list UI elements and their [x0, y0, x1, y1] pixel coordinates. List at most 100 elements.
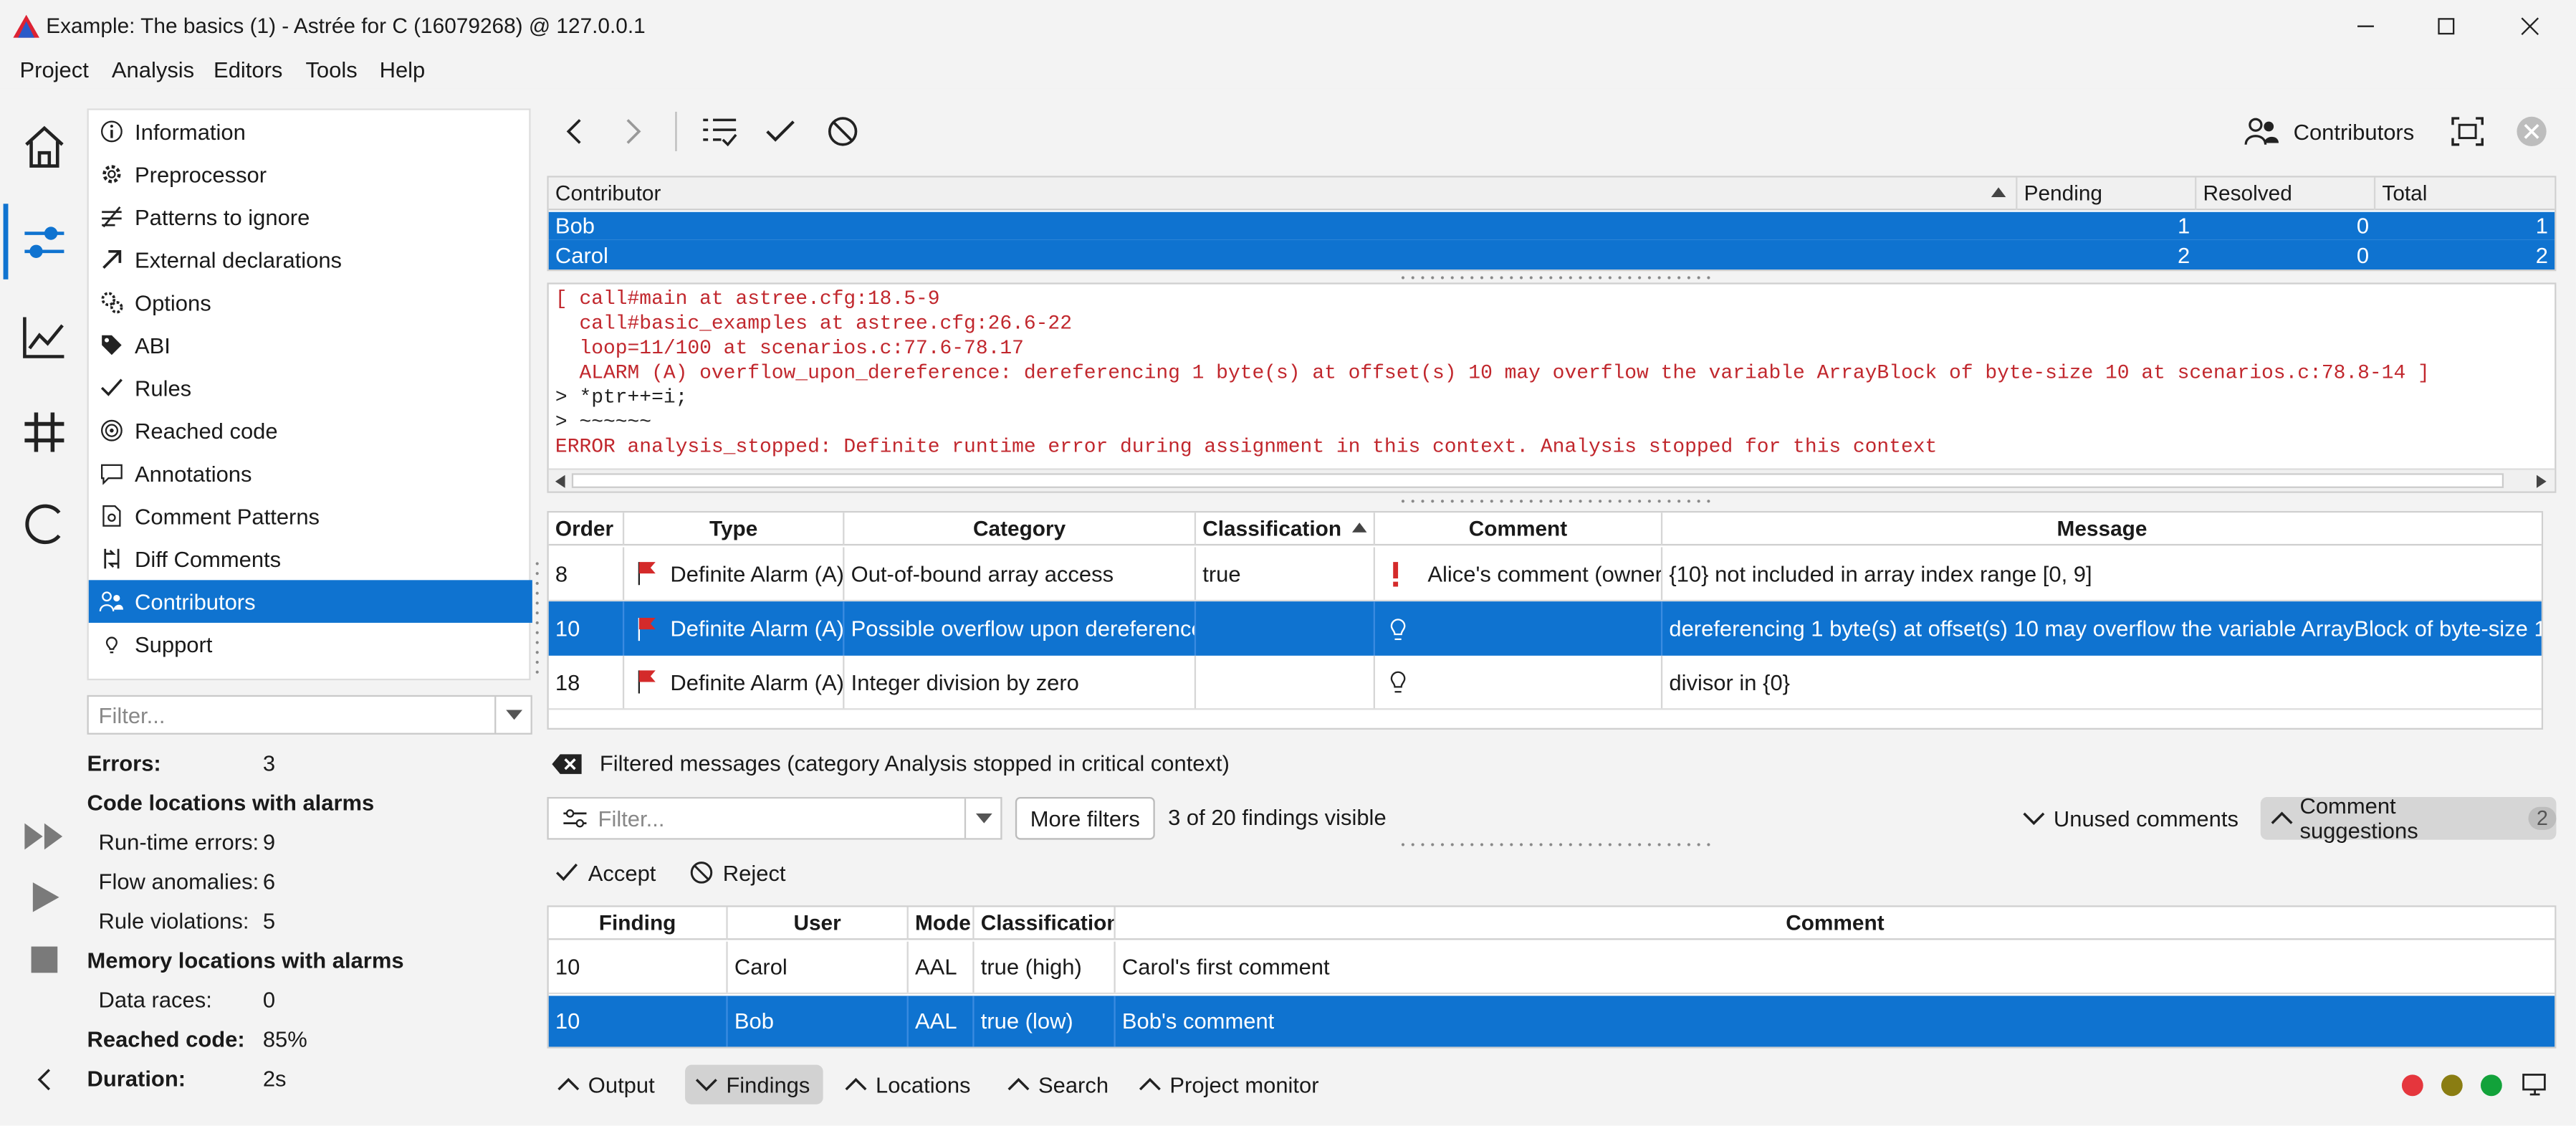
tab-output[interactable]: Output — [547, 1065, 664, 1104]
nav-item-external-declarations[interactable]: External declarations — [89, 238, 532, 281]
run-button[interactable] — [13, 866, 75, 928]
comment-suggestions-toggle[interactable]: Comment suggestions 2 — [2260, 793, 2557, 843]
contributors-button[interactable]: Contributors — [2244, 112, 2414, 151]
lightbulb-icon — [1390, 618, 1406, 639]
nav-filter-dropdown[interactable] — [494, 697, 530, 733]
nav-item-options[interactable]: Options — [89, 281, 532, 324]
code-locations-header: Code locations with alarms — [87, 790, 375, 816]
tab-project-monitor[interactable]: Project monitor — [1129, 1065, 1328, 1104]
minimize-button[interactable] — [2328, 0, 2403, 52]
c-source-rail-button[interactable] — [13, 493, 75, 555]
column-classification[interactable]: Classification — [975, 907, 1116, 940]
monitor-icon[interactable] — [2522, 1072, 2548, 1098]
column-message[interactable]: Message — [1662, 512, 2542, 545]
back-button[interactable] — [550, 108, 596, 154]
nav-item-diff-comments[interactable]: Diff Comments — [89, 538, 532, 581]
chevron-right-icon — [626, 119, 641, 144]
menu-tools[interactable]: Tools — [305, 57, 357, 82]
menu-help[interactable]: Help — [380, 57, 426, 82]
column-finding[interactable]: Finding — [549, 907, 728, 940]
scrollbar-thumb[interactable] — [571, 473, 2504, 488]
column-order[interactable]: Order — [549, 512, 625, 546]
finding-classification — [1196, 655, 1375, 709]
tab-findings[interactable]: Findings — [685, 1064, 823, 1104]
menu-editors[interactable]: Editors — [214, 57, 282, 82]
checklist-icon — [703, 118, 737, 147]
configuration-rail-button[interactable] — [13, 210, 75, 272]
approve-button[interactable] — [757, 108, 803, 154]
finding-message: dereferencing 1 byte(s) at offset(s) 10 … — [1669, 616, 2542, 641]
tab-search[interactable]: Search — [997, 1065, 1119, 1104]
column-mode[interactable]: Mode — [909, 907, 975, 940]
title-bar: Example: The basics (1) - Astrée for C (… — [0, 0, 2576, 53]
splitter-handle[interactable] — [1398, 841, 1710, 849]
chart-icon — [23, 317, 64, 358]
splitter-handle[interactable] — [1398, 497, 1710, 505]
home-rail-button[interactable] — [13, 115, 75, 177]
column-total[interactable]: Total — [2375, 178, 2555, 211]
forward-button[interactable] — [611, 108, 657, 154]
nav-item-annotations[interactable]: Annotations — [89, 452, 532, 495]
table-row[interactable]: Carol 2 0 2 — [548, 239, 2555, 270]
checklist-button[interactable] — [696, 108, 742, 154]
nav-item-information[interactable]: Information — [89, 110, 532, 153]
nav-item-comment-patterns[interactable]: Comment Patterns — [89, 495, 532, 538]
nav-item-support[interactable]: Support — [89, 623, 532, 666]
suggestion-comment: Carol's first comment — [1121, 955, 1330, 980]
close-window-button[interactable] — [2492, 0, 2567, 52]
unused-comments-toggle[interactable]: Unused comments — [2022, 801, 2239, 836]
column-category[interactable]: Category — [844, 512, 1197, 546]
more-filters-button[interactable]: More filters — [1015, 796, 1155, 840]
column-type[interactable]: Type — [624, 512, 845, 546]
column-pending[interactable]: Pending — [2017, 177, 2197, 211]
column-comment[interactable]: Comment — [1116, 907, 2555, 940]
tab-locations[interactable]: Locations — [835, 1065, 981, 1104]
nav-item-patterns-to-ignore[interactable]: Patterns to ignore — [89, 196, 532, 239]
nav-item-preprocessor[interactable]: Preprocessor — [89, 153, 532, 196]
runtime-errors-label: Run-time errors: — [98, 829, 259, 855]
table-row[interactable]: 10 Bob AAL true (low) Bob's comment — [548, 996, 2555, 1047]
maximize-button[interactable] — [2408, 0, 2484, 52]
nav-filter-input[interactable]: Filter... — [87, 695, 532, 735]
hash-rail-button[interactable] — [13, 401, 75, 463]
column-resolved[interactable]: Resolved — [2196, 177, 2376, 211]
results-rail-button[interactable] — [13, 305, 75, 368]
table-row[interactable]: Bob 1 0 1 — [548, 211, 2555, 240]
maximize-panel-button[interactable] — [2445, 108, 2491, 154]
stop-button[interactable] — [13, 928, 75, 991]
clear-filter-icon[interactable] — [550, 752, 583, 775]
block-button[interactable] — [820, 108, 866, 154]
scroll-left-icon — [555, 474, 565, 488]
menu-project[interactable]: Project — [20, 57, 89, 82]
column-comment[interactable]: Comment — [1375, 512, 1663, 546]
nav-label: Contributors — [135, 588, 256, 614]
run-all-button[interactable] — [13, 805, 75, 867]
nav-item-abi[interactable]: ABI — [89, 324, 532, 367]
nav-item-contributors[interactable]: Contributors — [88, 580, 532, 623]
collapse-sidebar-button[interactable] — [13, 1049, 75, 1111]
splitter-handle[interactable] — [534, 558, 541, 674]
suggestions-count-badge: 2 — [2528, 806, 2557, 830]
nav-item-rules[interactable]: Rules — [89, 366, 532, 409]
column-contributor[interactable]: Contributor — [549, 177, 2018, 211]
reject-button[interactable]: Reject — [690, 856, 786, 889]
nav-item-reached-code[interactable]: Reached code — [89, 409, 532, 452]
findings-filter-dropdown[interactable] — [964, 798, 1000, 839]
close-panel-button[interactable] — [2509, 108, 2555, 154]
horizontal-scrollbar[interactable] — [548, 468, 2555, 492]
column-user[interactable]: User — [728, 907, 909, 940]
table-row[interactable]: 10 Carol AAL true (high) Carol's first c… — [548, 941, 2555, 995]
finding-order: 10 — [549, 601, 625, 656]
finding-type: Definite Alarm (A) — [670, 669, 844, 695]
menu-analysis[interactable]: Analysis — [112, 57, 194, 82]
finding-message: divisor in {0} — [1669, 669, 1791, 695]
table-row[interactable]: 8 Definite Alarm (A) Out-of-bound array … — [548, 547, 2542, 602]
column-classification[interactable]: Classification — [1196, 512, 1375, 546]
accept-button[interactable]: Accept — [555, 856, 656, 889]
table-row[interactable]: 10 Definite Alarm (A) Possible overflow … — [548, 601, 2542, 656]
table-row[interactable]: 18 Definite Alarm (A) Integer division b… — [548, 655, 2542, 710]
findings-filter-input[interactable]: Filter... — [547, 796, 1002, 840]
finding-category: Integer division by zero — [844, 655, 1197, 709]
splitter-handle[interactable] — [1398, 274, 1710, 282]
chevron-down-icon — [695, 1079, 717, 1092]
